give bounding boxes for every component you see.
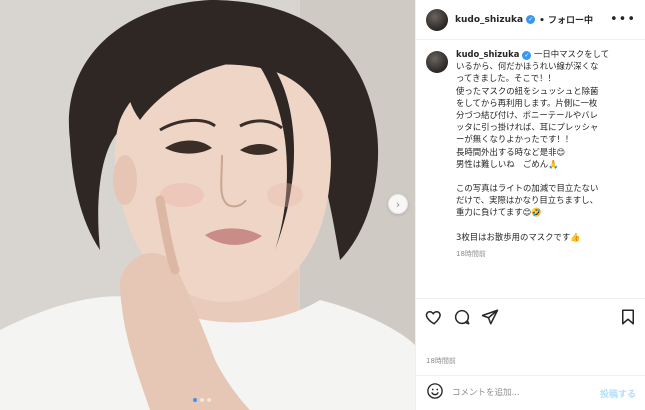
caption-timestamp: 18時間前 bbox=[456, 249, 486, 258]
header-username[interactable]: kudo_shizuka bbox=[455, 15, 523, 25]
carousel-dot-1 bbox=[193, 398, 197, 402]
caption-line: 使ったマスクの紐をシュッシュと除菌 bbox=[456, 85, 599, 96]
carousel-dot-3 bbox=[207, 398, 211, 402]
caption-line: ーが無くなりよかったです！！ bbox=[456, 134, 574, 145]
post-header: kudo_shizuka ✓ • フォロー中 ••• bbox=[416, 0, 645, 40]
avatar[interactable] bbox=[426, 8, 448, 31]
caption-line: ッタに引っ掛ければ、耳にプレッシャ bbox=[456, 122, 599, 133]
caption-line: 長時間外出する時など是非😊 bbox=[456, 146, 566, 157]
verified-badge-icon: ✓ bbox=[522, 51, 532, 60]
avatar[interactable] bbox=[426, 51, 448, 73]
caption-area: kudo_shizuka ✓ 一日中マスクをして いるから、何だかほうれい線が深く… bbox=[416, 48, 645, 288]
comment-icon bbox=[454, 309, 470, 325]
caption-line: この写真はライトの加減で目立たない bbox=[456, 183, 599, 194]
verified-badge-icon: ✓ bbox=[526, 15, 536, 24]
caption-line: kudo_shizuka ✓ 一日中マスクをして bbox=[456, 49, 610, 60]
heart-icon bbox=[425, 310, 441, 325]
portrait-illustration bbox=[0, 0, 415, 410]
emoji-icon[interactable] bbox=[426, 382, 444, 404]
comment-input[interactable] bbox=[452, 388, 582, 398]
like-button[interactable] bbox=[424, 307, 444, 327]
caption-line: だけで、実際はかなり目立ちますし、 bbox=[456, 195, 599, 206]
share-button[interactable] bbox=[480, 307, 500, 327]
save-button[interactable] bbox=[618, 307, 638, 327]
caption-line: ってきました。そこで！！ bbox=[456, 73, 556, 84]
caption-line: 男性は難しいね ごめん🙏 bbox=[456, 158, 559, 169]
comment-bar: 投稿する bbox=[416, 375, 645, 410]
caption-line: 分づつ結び付け、ポニーテールやバレ bbox=[456, 110, 598, 121]
post-photo[interactable]: › bbox=[0, 0, 415, 410]
carousel-dot-2 bbox=[200, 398, 204, 402]
carousel-indicator bbox=[193, 398, 211, 402]
caption-line: いるから、何だかほうれい線が深くな bbox=[456, 61, 599, 72]
post-timestamp: 18時間前 bbox=[426, 357, 456, 365]
caption-line: をしてから再利用します。片側に一枚 bbox=[456, 97, 598, 108]
caption-line: 3枚目はお散歩用のマスクです👍 bbox=[456, 231, 581, 242]
next-slide-button[interactable]: › bbox=[388, 194, 408, 214]
follow-status[interactable]: • フォロー中 bbox=[539, 13, 593, 26]
caption-username[interactable]: kudo_shizuka bbox=[456, 49, 519, 59]
action-bar bbox=[416, 298, 645, 334]
more-options-icon[interactable]: ••• bbox=[610, 12, 636, 27]
share-icon bbox=[481, 309, 499, 325]
post-side-panel: kudo_shizuka ✓ • フォロー中 ••• kudo_shizuka ✓… bbox=[415, 0, 645, 410]
chevron-right-icon: › bbox=[395, 197, 401, 211]
post-comment-button[interactable]: 投稿する bbox=[600, 387, 636, 400]
caption-line: 重力に負けてます😊🤣 bbox=[456, 207, 542, 218]
bookmark-icon bbox=[622, 309, 634, 325]
comment-button[interactable] bbox=[452, 307, 472, 327]
